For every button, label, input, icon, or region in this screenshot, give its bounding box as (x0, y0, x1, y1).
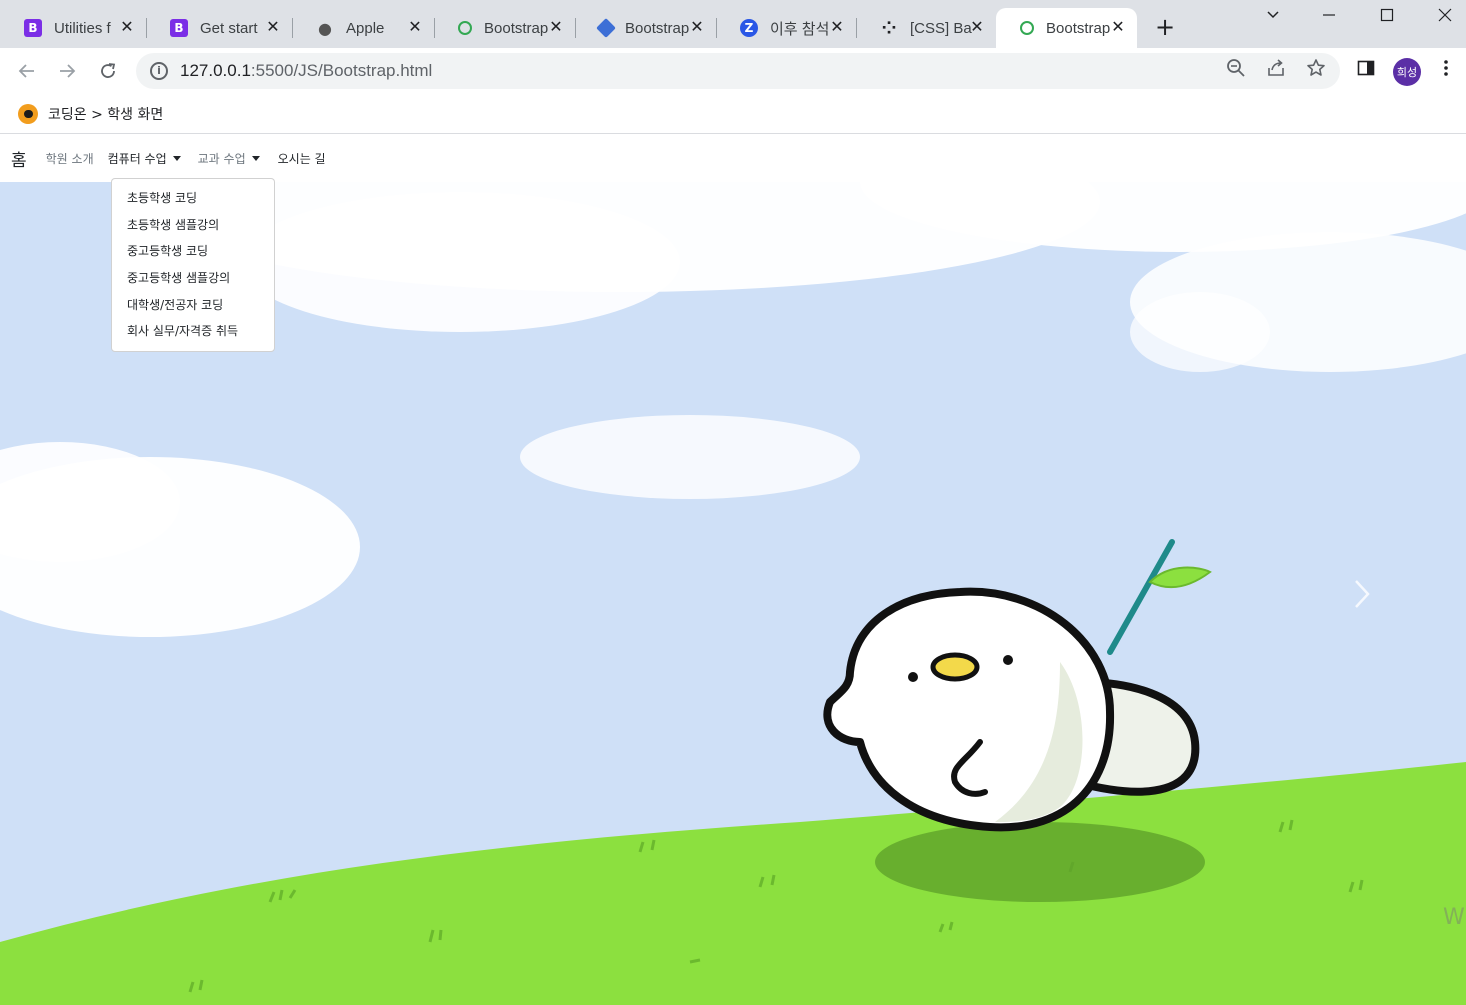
bootstrap-favicon-icon: B (170, 19, 188, 37)
tab-title: Utilities f (54, 19, 111, 37)
navbar-brand[interactable]: 홈 (11, 146, 27, 171)
tab-title: [CSS] Ba (910, 19, 972, 37)
zoom-favicon-icon: Z (740, 19, 758, 37)
close-tab-icon[interactable]: ✕ (547, 18, 565, 36)
address-url: 127.0.0.1:5500/JS/Bootstrap.html (180, 61, 432, 81)
dots-favicon-icon: ⁘ (881, 17, 897, 39)
close-window-icon[interactable] (1416, 0, 1466, 30)
dropdown-item[interactable]: 대학생/전공자 코딩 (112, 292, 274, 319)
close-tab-icon[interactable]: ✕ (688, 18, 706, 36)
browser-tab[interactable]: Z 이후 참석 ✕ (716, 8, 857, 48)
dropdown-menu: 초등학생 코딩 초등학생 샘플강의 중고등학생 코딩 중고등학생 샘플강의 대학… (111, 178, 275, 353)
reload-icon[interactable] (93, 56, 123, 86)
tab-title: Bootstrap (484, 19, 549, 37)
caret-down-icon (172, 156, 181, 161)
tab-title: Bootstrap (625, 19, 690, 37)
nav-link-label: 컴퓨터 수업 (107, 152, 167, 166)
close-tab-icon[interactable]: ✕ (968, 18, 986, 36)
bookmark-star-icon[interactable] (1304, 56, 1328, 80)
tab-title: Get start (200, 19, 258, 37)
tab-title: Apple (346, 19, 385, 37)
browser-tab[interactable]: B Get start ✕ (146, 8, 293, 48)
browser-toolbar: i 127.0.0.1:5500/JS/Bootstrap.html 희성 (0, 48, 1466, 94)
browser-tab[interactable]: ● Apple ✕ (292, 8, 435, 48)
activation-watermark: W (1443, 905, 1465, 930)
site-info-icon[interactable]: i (150, 62, 168, 80)
menu-kebab-icon[interactable] (1434, 56, 1458, 80)
browser-tab[interactable]: ⁘ [CSS] Ba ✕ (856, 8, 996, 48)
close-tab-icon[interactable]: ✕ (264, 18, 282, 36)
bookmark-bar: 코딩온 > 학생 화면 (0, 94, 1466, 134)
page-content: 홈 학원 소개 컴퓨터 수업 교과 수업 오시는 길 초등학생 코딩 초등학생 … (0, 135, 1466, 1005)
character-shadow (875, 822, 1205, 902)
bootstrap-favicon-icon: B (24, 19, 42, 37)
apple-favicon-icon: ● (318, 18, 332, 38)
nav-link-directions[interactable]: 오시는 길 (278, 150, 326, 167)
new-tab-button[interactable]: + (1152, 14, 1178, 40)
nav-dropdown-subjects[interactable]: 교과 수업 (198, 150, 260, 167)
tab-title: Bootstrap (1046, 19, 1111, 37)
profile-avatar[interactable]: 희성 (1393, 58, 1421, 86)
maximize-icon[interactable] (1358, 0, 1416, 30)
diamond-favicon-icon (596, 18, 616, 38)
address-bar[interactable]: i 127.0.0.1:5500/JS/Bootstrap.html (136, 53, 1340, 89)
dropdown-item[interactable]: 회사 실무/자격증 취득 (112, 318, 274, 345)
tab-search-chevron-down-icon[interactable] (1244, 0, 1302, 30)
tab-title: 이후 참석 (770, 20, 830, 38)
forward-icon[interactable] (52, 56, 82, 86)
browser-tab[interactable]: Bootstrap ✕ (434, 8, 576, 48)
zoom-icon[interactable] (1224, 56, 1248, 80)
tab-strip: B Utilities f ✕ B Get start ✕ ● Apple ✕ … (0, 0, 1466, 48)
share-icon[interactable] (1264, 56, 1288, 80)
url-host: 127.0.0.1 (180, 61, 251, 80)
nav-link-label: 학원 소개 (45, 152, 94, 166)
bookmark-item[interactable]: 코딩온 > 학생 화면 (48, 104, 163, 124)
browser-tab-active[interactable]: Bootstrap ✕ (996, 8, 1137, 48)
browser-tab[interactable]: B Utilities f ✕ (0, 8, 147, 48)
close-tab-icon[interactable]: ✕ (1109, 18, 1127, 36)
close-tab-icon[interactable]: ✕ (406, 18, 424, 36)
close-tab-icon[interactable]: ✕ (118, 18, 136, 36)
search-favicon-icon (1020, 21, 1034, 35)
browser-tab[interactable]: Bootstrap ✕ (575, 8, 717, 48)
url-path: :5500/JS/Bootstrap.html (250, 61, 433, 80)
dropdown-item[interactable]: 중고등학생 샘플강의 (112, 265, 274, 292)
side-panel-icon[interactable] (1354, 56, 1378, 80)
codingon-logo-icon (18, 103, 38, 124)
dropdown-item[interactable]: 초등학생 샘플강의 (112, 212, 274, 239)
minimize-icon[interactable] (1300, 0, 1358, 30)
site-navbar: 홈 학원 소개 컴퓨터 수업 교과 수업 오시는 길 (0, 135, 1466, 182)
search-favicon-icon (458, 21, 472, 35)
nav-link-about[interactable]: 학원 소개 (46, 150, 94, 167)
nav-link-label: 오시는 길 (277, 152, 326, 166)
close-tab-icon[interactable]: ✕ (828, 18, 846, 36)
back-icon[interactable] (12, 56, 42, 86)
nav-dropdown-computer[interactable]: 컴퓨터 수업 (108, 150, 181, 167)
caret-down-icon (251, 156, 260, 161)
chevron-right-icon[interactable] (1352, 577, 1372, 611)
dropdown-item[interactable]: 중고등학생 코딩 (112, 238, 274, 265)
nav-link-label: 교과 수업 (197, 152, 246, 166)
dropdown-item[interactable]: 초등학생 코딩 (112, 185, 274, 212)
